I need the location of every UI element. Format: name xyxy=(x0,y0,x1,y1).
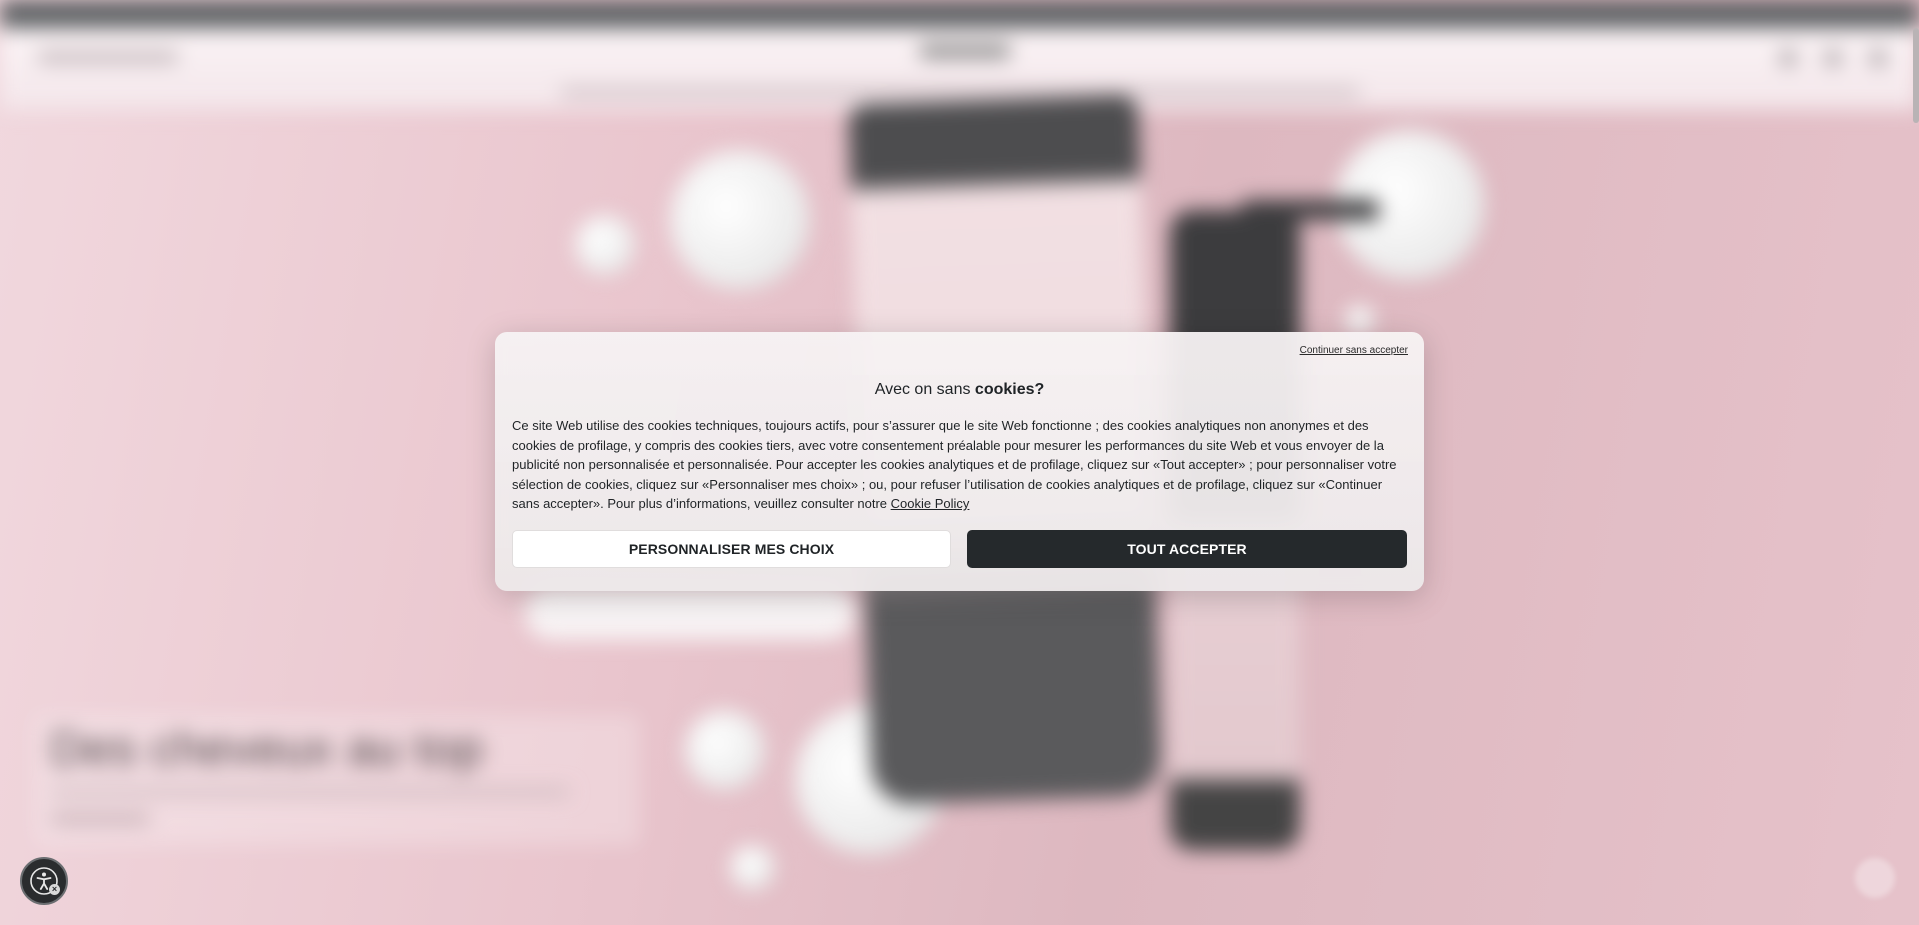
hero-product-blob xyxy=(670,150,810,290)
header-left-link xyxy=(38,52,178,62)
cookie-modal-description: Ce site Web utilise des cookies techniqu… xyxy=(512,416,1412,514)
site-header xyxy=(0,28,1919,110)
hero-product-blob xyxy=(1345,305,1375,335)
main-navigation xyxy=(560,88,1360,96)
accept-all-button[interactable]: TOUT ACCEPTER xyxy=(967,530,1407,568)
hero-product-blob xyxy=(730,845,775,890)
accessibility-badge-icon: × xyxy=(49,884,60,895)
continue-without-accepting-link[interactable]: Continuer sans accepter xyxy=(1300,345,1408,356)
customize-choices-button[interactable]: PERSONNALISER MES CHOIX xyxy=(512,530,951,568)
promo-bar xyxy=(0,0,1919,28)
site-logo xyxy=(920,44,1010,58)
accessibility-button[interactable]: × xyxy=(20,857,68,905)
hero-product-blob xyxy=(575,215,635,275)
hero-product-blob xyxy=(685,710,765,790)
cookie-modal-title: Avec on sans cookies? xyxy=(495,381,1424,399)
cookie-consent-modal: Continuer sans accepter Avec on sans coo… xyxy=(495,332,1424,591)
cookie-modal-title-bold: cookies? xyxy=(974,381,1045,398)
search-icon xyxy=(1780,50,1796,66)
page-scrollbar[interactable] xyxy=(1913,28,1919,123)
hero-title: Des cheveux au top xyxy=(50,723,484,776)
cookie-modal-title-prefix: Avec on sans xyxy=(874,381,975,398)
cookie-policy-link[interactable]: Cookie Policy xyxy=(891,496,970,511)
hero-product-jar xyxy=(525,585,855,640)
hero-subtitle xyxy=(50,788,570,796)
cart-icon xyxy=(1870,50,1886,66)
hero-cta-link xyxy=(50,815,150,823)
account-icon xyxy=(1825,50,1841,66)
chat-widget-icon xyxy=(1855,858,1895,898)
